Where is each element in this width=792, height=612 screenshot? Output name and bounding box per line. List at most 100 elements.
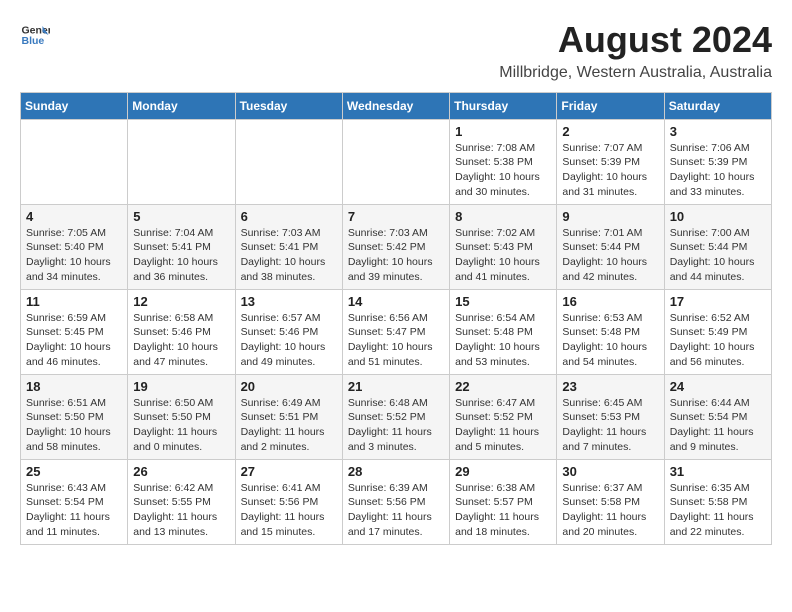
header-thursday: Thursday xyxy=(450,92,557,119)
calendar-week-row: 25 Sunrise: 6:43 AM Sunset: 5:54 PM Dayli… xyxy=(21,459,772,544)
calendar-cell xyxy=(342,119,449,204)
header-sunday: Sunday xyxy=(21,92,128,119)
main-title: August 2024 xyxy=(499,20,772,60)
day-detail: Sunrise: 6:47 AM Sunset: 5:52 PM Dayligh… xyxy=(455,396,551,455)
day-detail: Sunrise: 7:03 AM Sunset: 5:41 PM Dayligh… xyxy=(241,226,337,285)
calendar-cell: 13 Sunrise: 6:57 AM Sunset: 5:46 PM Dayli… xyxy=(235,289,342,374)
logo-icon: General Blue xyxy=(20,20,50,50)
subtitle: Millbridge, Western Australia, Australia xyxy=(499,64,772,82)
calendar-cell: 7 Sunrise: 7:03 AM Sunset: 5:42 PM Daylig… xyxy=(342,204,449,289)
day-detail: Sunrise: 6:53 AM Sunset: 5:48 PM Dayligh… xyxy=(562,311,658,370)
calendar-cell: 14 Sunrise: 6:56 AM Sunset: 5:47 PM Dayli… xyxy=(342,289,449,374)
calendar-cell: 29 Sunrise: 6:38 AM Sunset: 5:57 PM Dayli… xyxy=(450,459,557,544)
calendar-cell: 2Sunrise: 7:07 AM Sunset: 5:39 PM Daylig… xyxy=(557,119,664,204)
title-section: August 2024 Millbridge, Western Australi… xyxy=(499,20,772,82)
day-number: 11 xyxy=(26,294,122,309)
day-detail: Sunrise: 7:02 AM Sunset: 5:43 PM Dayligh… xyxy=(455,226,551,285)
calendar-cell: 6 Sunrise: 7:03 AM Sunset: 5:41 PM Daylig… xyxy=(235,204,342,289)
calendar-cell: 28 Sunrise: 6:39 AM Sunset: 5:56 PM Dayli… xyxy=(342,459,449,544)
day-number: 6 xyxy=(241,209,337,224)
day-detail: Sunrise: 7:03 AM Sunset: 5:42 PM Dayligh… xyxy=(348,226,444,285)
day-number: 20 xyxy=(241,379,337,394)
day-number: 29 xyxy=(455,464,551,479)
day-number: 27 xyxy=(241,464,337,479)
day-detail: Sunrise: 6:54 AM Sunset: 5:48 PM Dayligh… xyxy=(455,311,551,370)
header: General Blue August 2024 Millbridge, Wes… xyxy=(20,20,772,82)
calendar-cell: 1Sunrise: 7:08 AM Sunset: 5:38 PM Daylig… xyxy=(450,119,557,204)
day-detail: Sunrise: 6:57 AM Sunset: 5:46 PM Dayligh… xyxy=(241,311,337,370)
day-detail: Sunrise: 7:04 AM Sunset: 5:41 PM Dayligh… xyxy=(133,226,229,285)
day-detail: Sunrise: 6:44 AM Sunset: 5:54 PM Dayligh… xyxy=(670,396,766,455)
day-number: 21 xyxy=(348,379,444,394)
svg-text:Blue: Blue xyxy=(22,35,45,47)
calendar-cell: 19Sunrise: 6:50 AM Sunset: 5:50 PM Dayli… xyxy=(128,374,235,459)
day-detail: Sunrise: 6:41 AM Sunset: 5:56 PM Dayligh… xyxy=(241,481,337,540)
header-friday: Friday xyxy=(557,92,664,119)
calendar-cell: 22 Sunrise: 6:47 AM Sunset: 5:52 PM Dayli… xyxy=(450,374,557,459)
calendar-cell: 10Sunrise: 7:00 AM Sunset: 5:44 PM Dayli… xyxy=(664,204,771,289)
day-number: 10 xyxy=(670,209,766,224)
day-number: 31 xyxy=(670,464,766,479)
calendar-cell: 4 Sunrise: 7:05 AM Sunset: 5:40 PM Daylig… xyxy=(21,204,128,289)
calendar-cell: 15Sunrise: 6:54 AM Sunset: 5:48 PM Dayli… xyxy=(450,289,557,374)
calendar-cell: 5 Sunrise: 7:04 AM Sunset: 5:41 PM Daylig… xyxy=(128,204,235,289)
day-number: 14 xyxy=(348,294,444,309)
calendar-cell: 24 Sunrise: 6:44 AM Sunset: 5:54 PM Dayli… xyxy=(664,374,771,459)
calendar-cell: 21 Sunrise: 6:48 AM Sunset: 5:52 PM Dayli… xyxy=(342,374,449,459)
calendar-cell: 25 Sunrise: 6:43 AM Sunset: 5:54 PM Dayli… xyxy=(21,459,128,544)
day-number: 9 xyxy=(562,209,658,224)
day-number: 22 xyxy=(455,379,551,394)
day-detail: Sunrise: 6:56 AM Sunset: 5:47 PM Dayligh… xyxy=(348,311,444,370)
calendar-cell xyxy=(21,119,128,204)
day-detail: Sunrise: 6:49 AM Sunset: 5:51 PM Dayligh… xyxy=(241,396,337,455)
day-number: 3 xyxy=(670,124,766,139)
day-detail: Sunrise: 7:06 AM Sunset: 5:39 PM Dayligh… xyxy=(670,141,766,200)
calendar-cell xyxy=(235,119,342,204)
calendar-cell: 26Sunrise: 6:42 AM Sunset: 5:55 PM Dayli… xyxy=(128,459,235,544)
day-number: 26 xyxy=(133,464,229,479)
calendar-cell: 17Sunrise: 6:52 AM Sunset: 5:49 PM Dayli… xyxy=(664,289,771,374)
day-detail: Sunrise: 6:48 AM Sunset: 5:52 PM Dayligh… xyxy=(348,396,444,455)
calendar-cell: 30Sunrise: 6:37 AM Sunset: 5:58 PM Dayli… xyxy=(557,459,664,544)
day-detail: Sunrise: 6:38 AM Sunset: 5:57 PM Dayligh… xyxy=(455,481,551,540)
header-monday: Monday xyxy=(128,92,235,119)
day-number: 23 xyxy=(562,379,658,394)
day-number: 7 xyxy=(348,209,444,224)
day-number: 5 xyxy=(133,209,229,224)
day-detail: Sunrise: 6:50 AM Sunset: 5:50 PM Dayligh… xyxy=(133,396,229,455)
calendar-week-row: 4 Sunrise: 7:05 AM Sunset: 5:40 PM Daylig… xyxy=(21,204,772,289)
calendar-cell: 11 Sunrise: 6:59 AM Sunset: 5:45 PM Dayli… xyxy=(21,289,128,374)
day-detail: Sunrise: 7:08 AM Sunset: 5:38 PM Dayligh… xyxy=(455,141,551,200)
day-number: 28 xyxy=(348,464,444,479)
day-detail: Sunrise: 6:51 AM Sunset: 5:50 PM Dayligh… xyxy=(26,396,122,455)
day-number: 18 xyxy=(26,379,122,394)
day-detail: Sunrise: 6:52 AM Sunset: 5:49 PM Dayligh… xyxy=(670,311,766,370)
calendar-week-row: 11 Sunrise: 6:59 AM Sunset: 5:45 PM Dayli… xyxy=(21,289,772,374)
day-number: 24 xyxy=(670,379,766,394)
calendar-cell: 23 Sunrise: 6:45 AM Sunset: 5:53 PM Dayli… xyxy=(557,374,664,459)
day-detail: Sunrise: 6:35 AM Sunset: 5:58 PM Dayligh… xyxy=(670,481,766,540)
day-detail: Sunrise: 7:05 AM Sunset: 5:40 PM Dayligh… xyxy=(26,226,122,285)
calendar-cell: 16Sunrise: 6:53 AM Sunset: 5:48 PM Dayli… xyxy=(557,289,664,374)
day-number: 25 xyxy=(26,464,122,479)
day-detail: Sunrise: 6:43 AM Sunset: 5:54 PM Dayligh… xyxy=(26,481,122,540)
day-number: 8 xyxy=(455,209,551,224)
calendar-cell: 20 Sunrise: 6:49 AM Sunset: 5:51 PM Dayli… xyxy=(235,374,342,459)
day-detail: Sunrise: 6:39 AM Sunset: 5:56 PM Dayligh… xyxy=(348,481,444,540)
header-tuesday: Tuesday xyxy=(235,92,342,119)
day-number: 4 xyxy=(26,209,122,224)
calendar-table: Sunday Monday Tuesday Wednesday Thursday… xyxy=(20,92,772,545)
day-detail: Sunrise: 6:45 AM Sunset: 5:53 PM Dayligh… xyxy=(562,396,658,455)
day-detail: Sunrise: 7:07 AM Sunset: 5:39 PM Dayligh… xyxy=(562,141,658,200)
day-number: 12 xyxy=(133,294,229,309)
day-detail: Sunrise: 6:59 AM Sunset: 5:45 PM Dayligh… xyxy=(26,311,122,370)
days-header-row: Sunday Monday Tuesday Wednesday Thursday… xyxy=(21,92,772,119)
header-wednesday: Wednesday xyxy=(342,92,449,119)
calendar-cell: 18 Sunrise: 6:51 AM Sunset: 5:50 PM Dayli… xyxy=(21,374,128,459)
calendar-cell: 9Sunrise: 7:01 AM Sunset: 5:44 PM Daylig… xyxy=(557,204,664,289)
calendar-cell: 12 Sunrise: 6:58 AM Sunset: 5:46 PM Dayli… xyxy=(128,289,235,374)
day-detail: Sunrise: 6:58 AM Sunset: 5:46 PM Dayligh… xyxy=(133,311,229,370)
calendar-cell: 8 Sunrise: 7:02 AM Sunset: 5:43 PM Daylig… xyxy=(450,204,557,289)
header-saturday: Saturday xyxy=(664,92,771,119)
day-number: 13 xyxy=(241,294,337,309)
